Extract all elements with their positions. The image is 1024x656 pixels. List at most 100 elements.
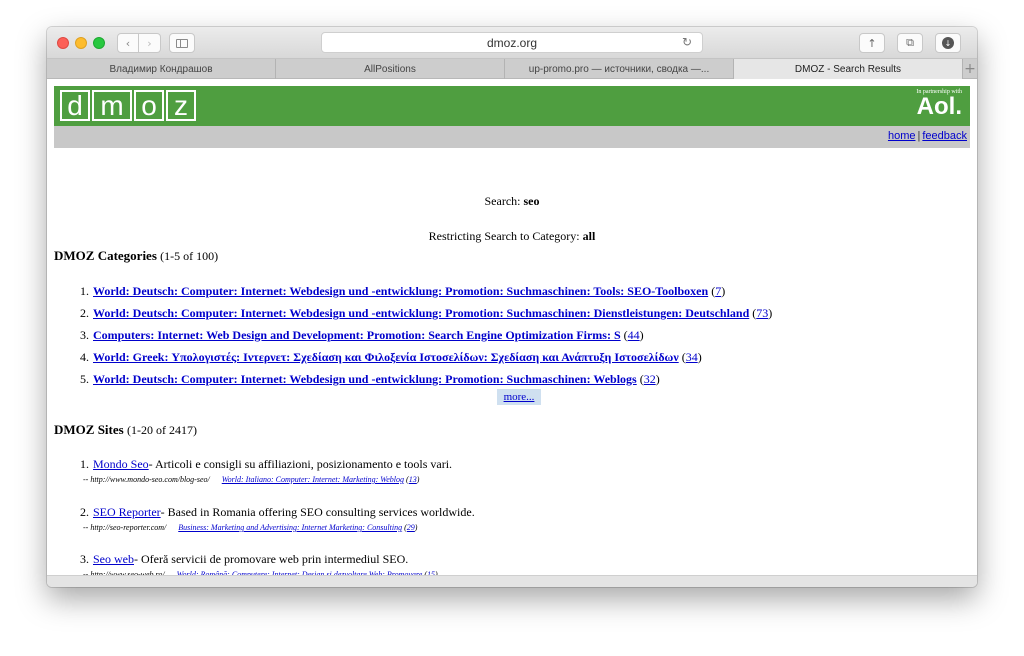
reload-icon[interactable]: ↻ [682, 35, 692, 49]
link-separator: | [917, 130, 921, 142]
tab-4[interactable]: DMOZ - Search Results [734, 59, 963, 79]
tab-3[interactable]: up-promo.pro — источники, сводка —... [505, 59, 734, 79]
downloads-button[interactable]: ↓ [935, 33, 961, 53]
logo-letter: o [134, 90, 164, 121]
dmoz-logo[interactable]: d m o z [60, 90, 196, 121]
search-query-line: Search: seo [47, 194, 977, 209]
category-link[interactable]: Computers: Internet: Web Design and Deve… [93, 328, 621, 350]
category-count-link[interactable]: 32 [644, 372, 656, 386]
tabs-icon: ⧉ [906, 36, 914, 49]
share-icon: ↑ [867, 36, 877, 50]
list-item: 1. World: Deutsch: Computer: Internet: W… [69, 284, 772, 306]
categories-title: DMOZ Categories [54, 248, 157, 263]
more-categories-box: more... [497, 389, 541, 405]
logo-letter: m [92, 90, 132, 121]
site-description: - Articoli e consigli su affiliazioni, p… [148, 457, 453, 471]
list-item: 5. World: Deutsch: Computer: Internet: W… [69, 372, 772, 394]
address-bar[interactable]: dmoz.org ↻ [321, 32, 703, 53]
site-entry: 1. Mondo Seo - Articoli e consigli su af… [69, 457, 452, 484]
close-window-button[interactable] [57, 37, 69, 49]
new-tab-button[interactable]: + [963, 59, 977, 78]
restrict-value: all [582, 229, 596, 243]
tab-label: DMOZ - Search Results [794, 63, 902, 75]
category-count: (32) [636, 372, 660, 386]
site-category-count-link[interactable]: 29 [407, 523, 415, 532]
category-count-link[interactable]: 7 [715, 284, 721, 298]
item-number: 3. [80, 328, 89, 342]
sites-title: DMOZ Sites [54, 422, 124, 437]
sidebar-icon [176, 38, 188, 48]
site-link[interactable]: Seo web [93, 552, 134, 567]
category-link[interactable]: World: Greek: Υπολογιστές: Ιντερνετ: Σχε… [93, 350, 679, 372]
home-link[interactable]: home [888, 130, 916, 142]
header-links-bar: home | feedback [54, 126, 970, 148]
category-count-link[interactable]: 34 [686, 350, 698, 364]
item-number: 2. [80, 306, 89, 320]
site-url: -- http://seo-reporter.com/ [83, 523, 167, 532]
category-link[interactable]: World: Deutsch: Computer: Internet: Webd… [93, 284, 708, 306]
tab-bar: Владимир Кондрашов AllPositions up-promo… [47, 59, 977, 79]
site-url: -- http://www.mondo-seo.com/blog-seo/ [83, 475, 210, 484]
feedback-link[interactable]: feedback [922, 130, 967, 142]
item-number: 2. [80, 505, 89, 519]
page-content: d m o z In partnership with Aol. home | fe… [47, 80, 977, 579]
tab-label: Владимир Кондрашов [109, 63, 213, 75]
category-count: (44) [620, 328, 644, 342]
aol-partner-badge[interactable]: In partnership with Aol. [916, 89, 962, 119]
item-number: 3. [80, 552, 89, 566]
site-category-count-link[interactable]: 13 [409, 475, 417, 484]
plus-icon: + [964, 60, 976, 77]
search-label: Search: [484, 194, 521, 208]
share-button[interactable]: ↑ [859, 33, 885, 53]
sidebar-button[interactable] [169, 33, 195, 53]
zoom-window-button[interactable] [93, 37, 105, 49]
tab-label: AllPositions [364, 63, 416, 75]
chevron-left-icon: ‹ [125, 36, 131, 50]
tab-1[interactable]: Владимир Кондрашов [47, 59, 276, 79]
list-item: 3. Computers: Internet: Web Design and D… [69, 328, 772, 350]
categories-heading: DMOZ Categories (1-5 of 100) [54, 248, 218, 264]
category-count: (34) [678, 350, 702, 364]
item-number: 1. [80, 457, 89, 471]
sites-heading: DMOZ Sites (1-20 of 2417) [54, 422, 197, 438]
site-link[interactable]: SEO Reporter [93, 505, 161, 520]
list-item: 4. World: Greek: Υπολογιστές: Ιντερνετ: … [69, 350, 772, 372]
minimize-window-button[interactable] [75, 37, 87, 49]
site-category-link[interactable]: World: Italiano: Computer: Internet: Mar… [222, 475, 404, 484]
title-bar: ‹ › dmoz.org ↻ ↑ ⧉ ↓ [47, 27, 977, 59]
more-categories-link[interactable]: more... [504, 391, 535, 403]
category-link[interactable]: World: Deutsch: Computer: Internet: Webd… [93, 306, 749, 328]
forward-button[interactable]: › [139, 33, 161, 53]
item-number: 1. [80, 284, 89, 298]
logo-letter: z [166, 90, 196, 121]
sites-count: (1-20 of 2417) [126, 423, 197, 437]
address-text: dmoz.org [486, 35, 538, 50]
aol-logo: Aol. [916, 93, 962, 120]
site-category-link[interactable]: Business: Marketing and Advertising: Int… [178, 523, 402, 532]
status-bar [47, 575, 977, 587]
category-count-link[interactable]: 44 [628, 328, 640, 342]
search-query: seo [523, 194, 540, 208]
site-description: - Based in Romania offering SEO consulti… [160, 505, 475, 519]
item-number: 4. [80, 350, 89, 364]
site-link[interactable]: Mondo Seo [93, 457, 149, 472]
logo-letter: d [60, 90, 90, 121]
item-number: 5. [80, 372, 89, 386]
restrict-line: Restricting Search to Category: all [47, 229, 977, 244]
category-count: (7) [708, 284, 726, 298]
list-item: 2. World: Deutsch: Computer: Internet: W… [69, 306, 772, 328]
categories-list: 1. World: Deutsch: Computer: Internet: W… [69, 284, 772, 394]
browser-window: ‹ › dmoz.org ↻ ↑ ⧉ ↓ Владимир Кондрашов … [47, 27, 977, 587]
show-tabs-button[interactable]: ⧉ [897, 33, 923, 53]
categories-count: (1-5 of 100) [160, 249, 219, 263]
back-button[interactable]: ‹ [117, 33, 139, 53]
site-entry: 2. SEO Reporter - Based in Romania offer… [69, 505, 475, 532]
category-count-link[interactable]: 73 [756, 306, 768, 320]
site-description: - Oferă servicii de promovare web prin i… [134, 552, 409, 566]
category-count: (73) [749, 306, 773, 320]
tab-2[interactable]: AllPositions [276, 59, 505, 79]
category-link[interactable]: World: Deutsch: Computer: Internet: Webd… [93, 372, 637, 394]
restrict-label: Restricting Search to Category: [428, 229, 580, 243]
tab-label: up-promo.pro — источники, сводка —... [528, 63, 710, 75]
download-icon: ↓ [942, 37, 954, 49]
